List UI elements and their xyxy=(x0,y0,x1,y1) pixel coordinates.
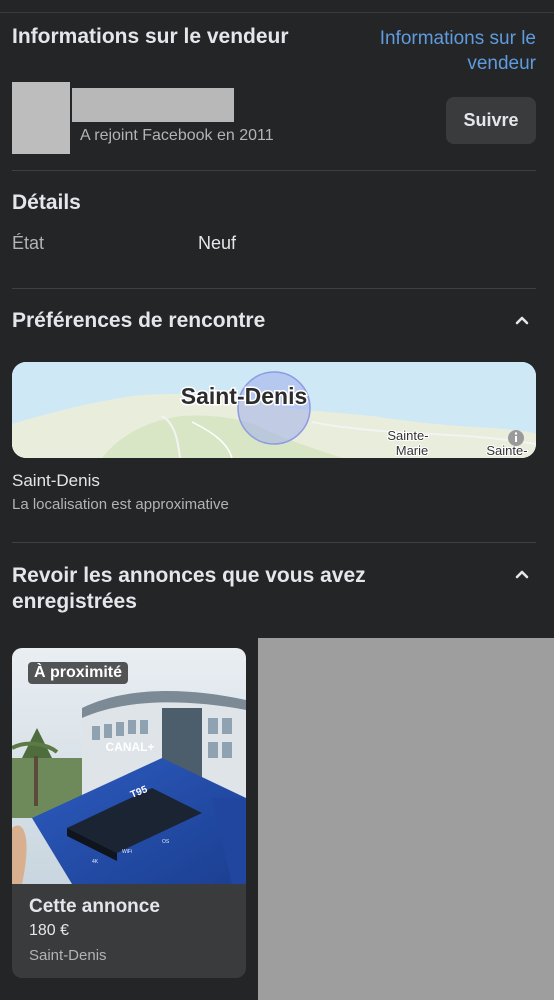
details-section-title: Détails xyxy=(12,191,81,214)
map-place-label: Sainte- xyxy=(486,443,527,458)
top-divider xyxy=(0,12,554,13)
chevron-up-icon[interactable] xyxy=(511,563,533,585)
location-map[interactable]: Saint-Denis Sainte- Marie Sainte- xyxy=(12,362,536,458)
section-divider xyxy=(12,170,536,171)
svg-text:4K: 4K xyxy=(92,859,99,865)
svg-text:OS: OS xyxy=(162,839,170,845)
location-city: Saint-Denis xyxy=(12,471,100,490)
section-divider xyxy=(12,288,536,289)
nearby-badge: À proximité xyxy=(28,662,129,684)
follow-button[interactable]: Suivre xyxy=(446,97,536,144)
saved-listings-title: Revoir les annonces que vous avez enregi… xyxy=(12,564,366,613)
seller-info-link[interactable]: Informations sur le vendeur xyxy=(346,26,536,76)
condition-label: État xyxy=(12,233,45,253)
seller-joined-text: A rejoint Facebook en 2011 xyxy=(80,127,274,144)
chevron-up-icon[interactable] xyxy=(511,309,533,331)
seller-name-redacted[interactable] xyxy=(72,88,234,122)
listing-price: 180 € xyxy=(29,922,70,939)
location-approx-note: La localisation est approximative xyxy=(12,496,229,513)
avatar[interactable] xyxy=(12,82,70,154)
listing-location: Saint-Denis xyxy=(29,947,107,964)
meeting-preferences-title: Préférences de rencontre xyxy=(12,309,266,332)
condition-value: Neuf xyxy=(198,233,237,253)
photo-sign-text: CANAL+ xyxy=(105,740,154,754)
info-icon[interactable] xyxy=(508,430,524,446)
map-place-label: Sainte- xyxy=(387,428,428,443)
seller-section-title: Informations sur le vendeur xyxy=(12,25,289,48)
listing-card[interactable]: CANAL+ T95 4K WiFi OS À proximité Cette an… xyxy=(12,648,246,978)
section-divider xyxy=(12,542,536,543)
map-city-label: Saint-Denis xyxy=(181,383,308,409)
redacted-area xyxy=(258,638,554,1000)
map-place-label: Marie xyxy=(396,443,429,458)
listing-title: Cette annonce xyxy=(29,896,160,917)
svg-text:WiFi: WiFi xyxy=(122,849,132,855)
